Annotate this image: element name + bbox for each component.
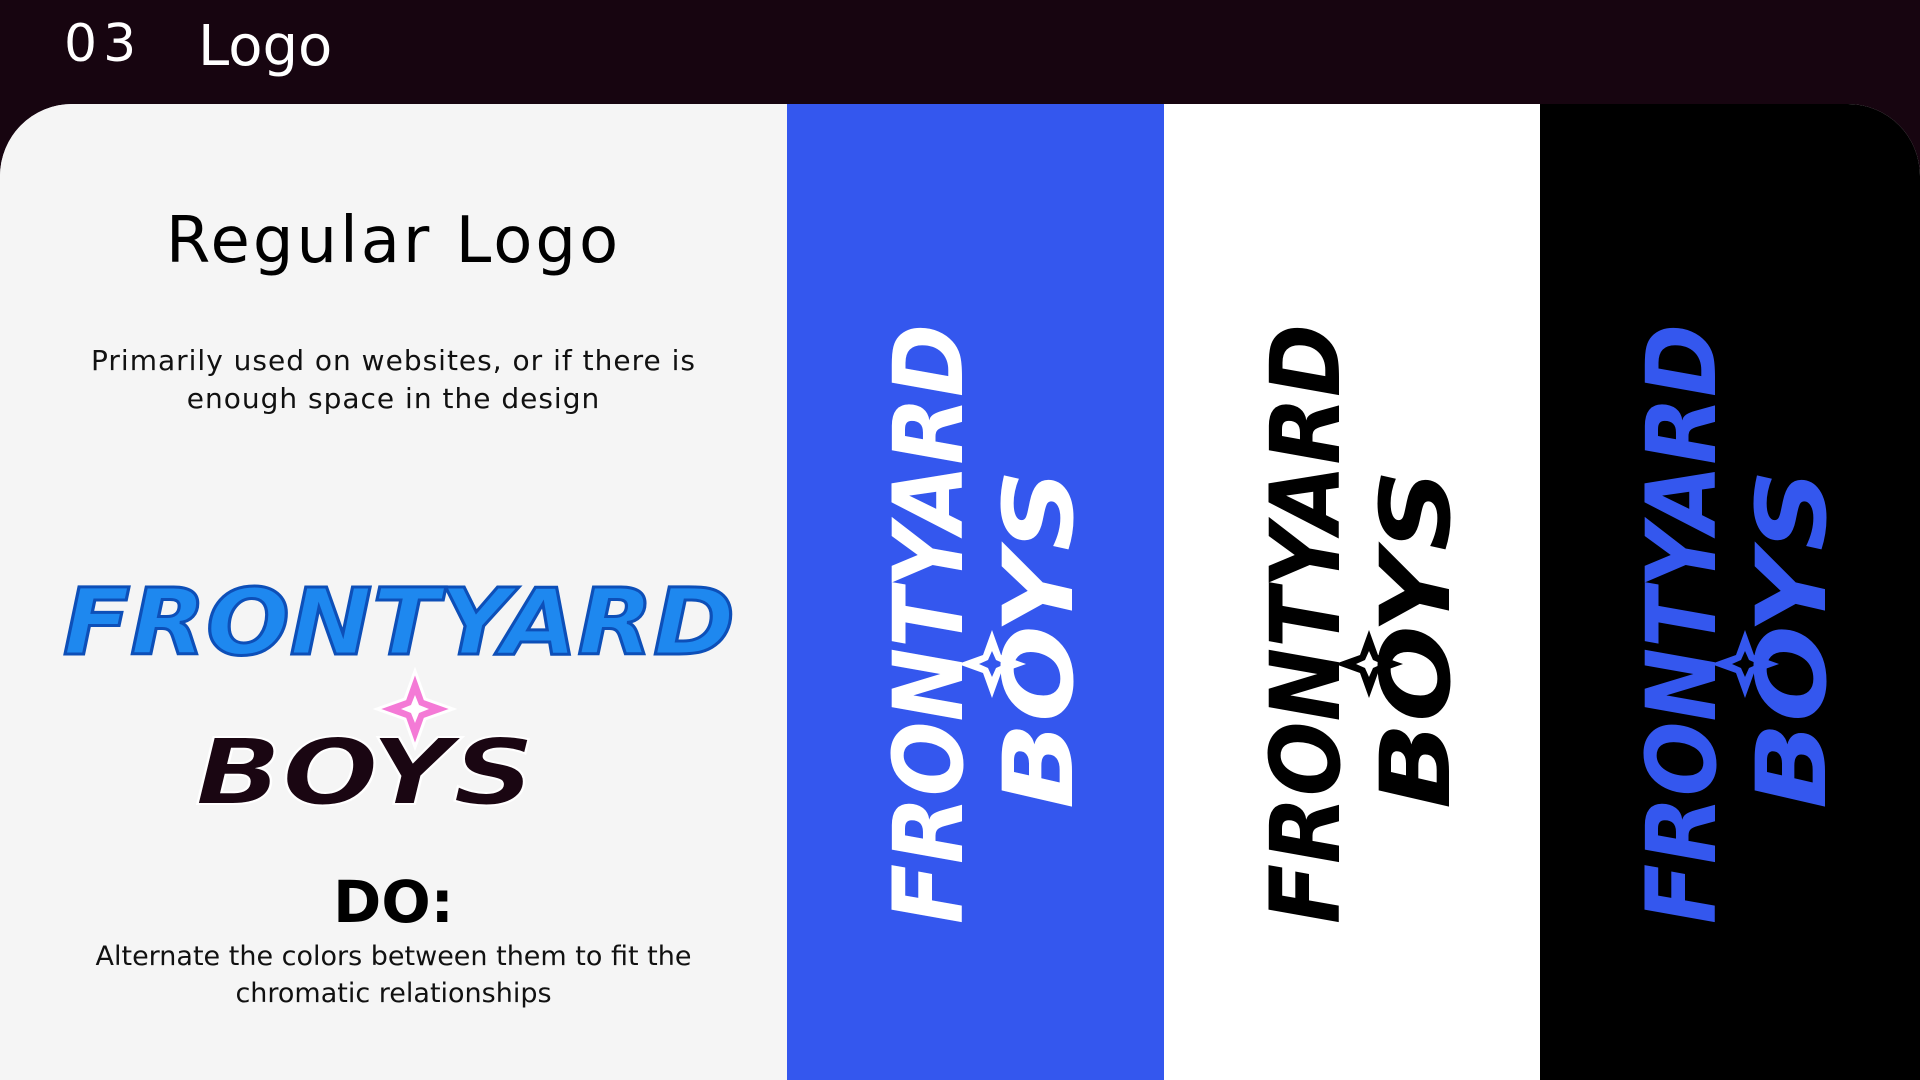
regular-logo-description: Primarily used on websites, or if there … <box>91 344 696 415</box>
vertical-logo-line-frontyard: FRONTYARD <box>1626 324 1738 924</box>
logo-variant-black-panel: FRONTYARD BOYS <box>1540 104 1920 1080</box>
logo-board: Regular Logo Primarily used on websites,… <box>0 104 1920 1080</box>
do-title: DO: <box>333 868 454 936</box>
vertical-logo-blue: FRONTYARD BOYS <box>1626 324 1848 924</box>
vertical-logo-black: FRONTYARD BOYS <box>1250 324 1472 924</box>
do-description: Alternate the colors between them to fit… <box>95 941 692 1009</box>
regular-logo-panel: Regular Logo Primarily used on websites,… <box>0 104 787 1080</box>
logo-line-boys: BOYS <box>195 719 535 826</box>
vertical-logo-white: FRONTYARD BOYS <box>873 324 1095 924</box>
logo-variant-blue-panel: FRONTYARD BOYS <box>787 104 1164 1080</box>
vertical-logo-line-frontyard: FRONTYARD <box>1250 324 1362 924</box>
vertical-logo-line-boys: BOYS <box>1360 469 1472 809</box>
header-bar: 03 Logo <box>0 0 1920 105</box>
regular-logo-title: Regular Logo <box>165 204 622 278</box>
logo-line-frontyard: FRONTYARD <box>63 569 735 676</box>
vertical-logo-line-boys: BOYS <box>1736 469 1848 809</box>
vertical-logo-line-boys: BOYS <box>983 469 1095 809</box>
section-number: 03 <box>64 14 143 74</box>
vertical-logo-line-frontyard: FRONTYARD <box>873 324 985 924</box>
frontyard-boys-logo: FRONTYARD BOYS <box>62 568 737 828</box>
section-title: Logo <box>198 14 333 79</box>
logo-variant-white-panel: FRONTYARD BOYS <box>1164 104 1540 1080</box>
